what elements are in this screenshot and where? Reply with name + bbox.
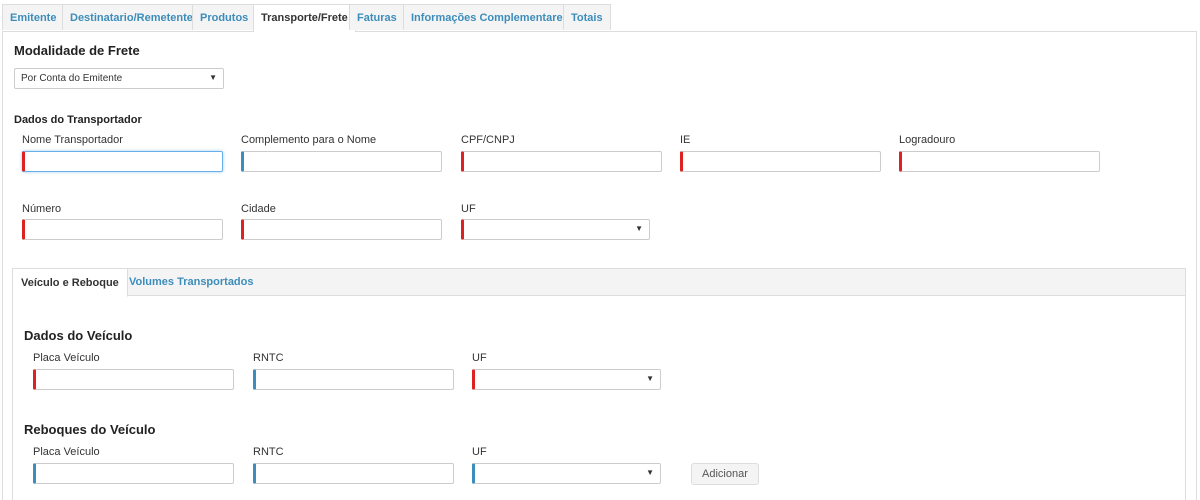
caret-down-icon: ▼ (635, 224, 643, 233)
reboque-uf-select[interactable]: ▼ (472, 463, 661, 484)
caret-down-icon: ▼ (646, 374, 654, 383)
cpf-cnpj-input[interactable] (461, 151, 662, 172)
tab-produtos[interactable]: Produtos (192, 4, 257, 30)
reboque-uf-label: UF (472, 446, 487, 458)
logradouro-input[interactable] (899, 151, 1100, 172)
frete-select[interactable]: Por Conta do Emitente ▼ (14, 68, 224, 89)
caret-down-icon: ▼ (209, 73, 217, 82)
frete-title: Modalidade de Frete (14, 43, 140, 58)
cpf-label: CPF/CNPJ (461, 134, 515, 146)
ie-input[interactable] (680, 151, 881, 172)
cidade-input[interactable] (241, 219, 442, 240)
tab-emitente[interactable]: Emitente (2, 4, 65, 30)
adicionar-button[interactable]: Adicionar (691, 463, 759, 485)
complemento-label: Complemento para o Nome (241, 134, 377, 146)
rntc-label: RNTC (253, 352, 284, 364)
reboque-placa-input[interactable] (33, 463, 234, 484)
ie-label: IE (680, 134, 691, 146)
reboque-rntc-input[interactable] (253, 463, 454, 484)
placa-veiculo-input[interactable] (33, 369, 234, 390)
transportador-title: Dados do Transportador (14, 114, 142, 126)
tab-transporte-frete[interactable]: Transporte/Frete (253, 4, 356, 32)
numero-input[interactable] (22, 219, 223, 240)
subtab-volumes-transportados[interactable]: Volumes Transportados (121, 268, 262, 297)
complemento-input[interactable] (241, 151, 442, 172)
frete-select-value: Por Conta do Emitente (21, 73, 123, 84)
nome-transportador-input[interactable] (22, 151, 223, 172)
veiculo-uf-label: UF (472, 352, 487, 364)
tab-totais[interactable]: Totais (563, 4, 611, 30)
uf-label: UF (461, 203, 476, 215)
reboque-rntc-label: RNTC (253, 446, 284, 458)
reboque-title: Reboques do Veículo (24, 422, 156, 437)
tab-destinatario-remetente[interactable]: Destinatario/Remetente (62, 4, 201, 30)
subtab-veiculo-reboque[interactable]: Veículo e Reboque (12, 268, 128, 297)
tab-faturas[interactable]: Faturas (349, 4, 405, 30)
main-tab-bar: Emitente Destinatario/Remetente Produtos… (2, 4, 1197, 32)
veiculo-title: Dados do Veículo (24, 328, 133, 343)
tab-informacoes-complementares[interactable]: Informações Complementares (403, 4, 577, 30)
placa-label: Placa Veículo (33, 352, 100, 364)
veiculo-uf-select[interactable]: ▼ (472, 369, 661, 390)
rntc-input[interactable] (253, 369, 454, 390)
caret-down-icon: ▼ (646, 468, 654, 477)
numero-label: Número (22, 203, 62, 215)
logradouro-label: Logradouro (899, 134, 956, 146)
uf-select[interactable]: ▼ (461, 219, 650, 240)
sub-tab-bar: Veículo e Reboque Volumes Transportados (12, 268, 1186, 297)
nome-label: Nome Transportador (22, 134, 123, 146)
cidade-label: Cidade (241, 203, 276, 215)
reboque-placa-label: Placa Veículo (33, 446, 100, 458)
